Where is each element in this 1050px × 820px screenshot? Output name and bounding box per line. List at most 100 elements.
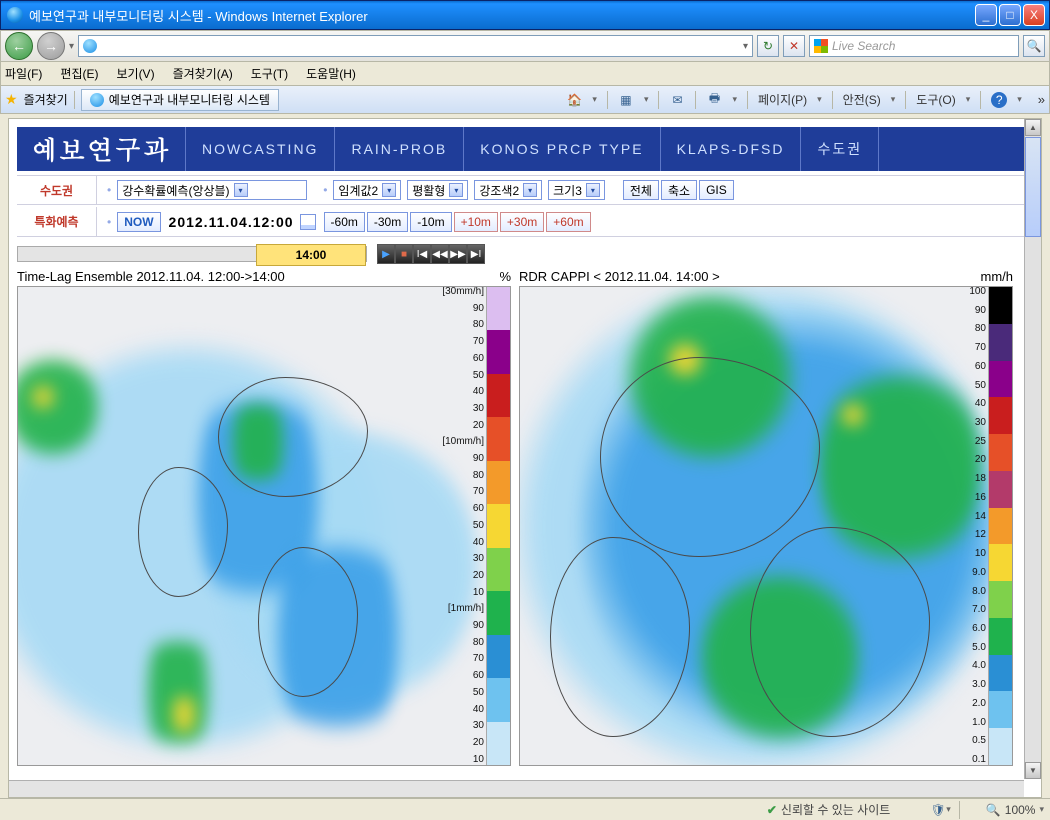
btn-gis[interactable]: GIS	[699, 180, 734, 200]
forward-button[interactable]: →	[37, 32, 65, 60]
first-frame-button[interactable]: I◀	[413, 244, 431, 264]
back-button[interactable]: ←	[5, 32, 33, 60]
chart-radar-map[interactable]: 10090807060504030252018161412109.08.07.0…	[519, 286, 1013, 766]
menu-tools[interactable]: 도구(T)	[251, 65, 288, 82]
favorites-star-icon[interactable]: ★	[5, 91, 18, 108]
window-titlebar: 예보연구과 내부모니터링 시스템 - Windows Internet Expl…	[0, 0, 1050, 30]
chart-radar-colorbar	[988, 287, 1012, 765]
btn-now[interactable]: NOW	[117, 212, 160, 232]
nav-nowcasting[interactable]: NOWCASTING	[186, 127, 335, 171]
search-placeholder: Live Search	[832, 39, 895, 53]
refresh-button[interactable]: ↻	[757, 35, 779, 57]
status-bar: ✔ 신뢰할 수 있는 사이트 🛡 ▾ 🔍 100% ▾	[0, 798, 1050, 820]
select-threshold[interactable]: 임계값2▾	[333, 180, 401, 200]
chart-container: Time-Lag Ensemble 2012.11.04. 12:00->14:…	[17, 267, 1033, 766]
nav-seoul[interactable]: 수도권	[801, 127, 879, 171]
site-header: 예보연구과 NOWCASTING RAIN-PROB KONOS PRCP TY…	[17, 127, 1033, 171]
tab-icon	[90, 93, 104, 107]
nav-toolbar: ← → ▾ ▾ ↻ ✕ Live Search 🔍	[0, 30, 1050, 62]
step-p10[interactable]: +10m	[454, 212, 498, 232]
side-label-2: 특화예측	[17, 207, 97, 236]
help-icon[interactable]: ?	[991, 92, 1007, 108]
address-bar[interactable]: ▾	[78, 35, 753, 57]
zoom-level: 100%	[1005, 803, 1036, 817]
chart-ensemble-legend: [30mm/h]9080706050403020[10mm/h]90807060…	[440, 287, 484, 765]
chart-radar-legend: 10090807060504030252018161412109.08.07.0…	[942, 287, 986, 765]
address-dropdown-icon[interactable]: ▾	[743, 41, 748, 52]
btn-full[interactable]: 전체	[623, 180, 659, 200]
last-frame-button[interactable]: ▶I	[467, 244, 485, 264]
chart-radar-unit: mm/h	[981, 269, 1014, 284]
step-p60[interactable]: +60m	[546, 212, 590, 232]
menu-help[interactable]: 도움말(H)	[306, 65, 356, 82]
tool-safety[interactable]: 안전(S)	[843, 91, 881, 108]
chart-ensemble-title: Time-Lag Ensemble 2012.11.04. 12:00->14:…	[17, 269, 285, 284]
nav-rainprob[interactable]: RAIN-PROB	[335, 127, 464, 171]
timeline: 14:00 ▶ ■ I◀ ◀◀ ▶▶ ▶I	[17, 243, 1033, 265]
playback-controls: ▶ ■ I◀ ◀◀ ▶▶ ▶I	[377, 244, 485, 264]
protected-mode-icon[interactable]: 🛡	[930, 802, 946, 818]
menu-fav[interactable]: 즐겨찾기(A)	[173, 65, 233, 82]
scroll-down-icon[interactable]: ▼	[1025, 762, 1041, 779]
control-row-2: 특화예측 • NOW 2012.11.04.12:00 -60m -30m -1…	[17, 207, 1033, 237]
next-frame-button[interactable]: ▶▶	[449, 244, 467, 264]
page-scrollbar-vertical[interactable]: ▲ ▼	[1024, 119, 1041, 779]
step-m60[interactable]: -60m	[324, 212, 365, 232]
stop-play-button[interactable]: ■	[395, 244, 413, 264]
select-smooth[interactable]: 평활형▾	[407, 180, 468, 200]
menu-edit[interactable]: 편집(E)	[60, 65, 98, 82]
close-button[interactable]: X	[1023, 4, 1045, 26]
timeline-track[interactable]: 14:00	[17, 246, 367, 262]
menu-bar: 파일(F) 편집(E) 보기(V) 즐겨찾기(A) 도구(T) 도움말(H)	[0, 62, 1050, 86]
prev-frame-button[interactable]: ◀◀	[431, 244, 449, 264]
minimize-button[interactable]: _	[975, 4, 997, 26]
scroll-thumb[interactable]	[1025, 137, 1041, 237]
ie-icon	[7, 7, 23, 23]
chart-ensemble-unit: %	[499, 269, 511, 284]
search-go-button[interactable]: 🔍	[1023, 35, 1045, 57]
step-m30[interactable]: -30m	[367, 212, 408, 232]
page-icon	[83, 39, 97, 53]
home-icon[interactable]: 🏠	[566, 92, 582, 108]
live-search-icon	[814, 39, 828, 53]
mail-icon[interactable]: ✉	[669, 92, 685, 108]
play-button[interactable]: ▶	[377, 244, 395, 264]
menu-file[interactable]: 파일(F)	[5, 65, 42, 82]
search-input[interactable]: Live Search	[809, 35, 1019, 57]
btn-small[interactable]: 축소	[661, 180, 697, 200]
chevron-right-icon[interactable]: »	[1038, 92, 1045, 107]
side-label-1: 수도권	[17, 176, 97, 204]
checkmark-icon: ✔	[767, 803, 777, 817]
calendar-icon[interactable]	[300, 214, 316, 230]
stop-button[interactable]: ✕	[783, 35, 805, 57]
nav-konos[interactable]: KONOS PRCP TYPE	[464, 127, 660, 171]
chart-ensemble: Time-Lag Ensemble 2012.11.04. 12:00->14:…	[17, 267, 511, 766]
page-scrollbar-horizontal[interactable]	[9, 780, 1024, 797]
print-icon[interactable]: 🖶	[706, 92, 722, 108]
zoom-control[interactable]: 🔍 100% ▾	[986, 803, 1044, 817]
feeds-icon[interactable]: ▦	[618, 92, 634, 108]
select-color[interactable]: 강조색2▾	[474, 180, 542, 200]
nav-klaps[interactable]: KLAPS-DFSD	[661, 127, 802, 171]
brand: 예보연구과	[17, 127, 186, 171]
chart-ensemble-map[interactable]: [30mm/h]9080706050403020[10mm/h]90807060…	[17, 286, 511, 766]
tab-bar: ★ 즐겨찾기 예보연구과 내부모니터링 시스템 🏠▾ ▦▾ ✉ 🖶▾ 페이지(P…	[0, 86, 1050, 114]
control-row-1: 수도권 • 강수확률예측(앙상블)▾ • 임계값2▾ 평활형▾ 강조색2▾ 크기…	[17, 175, 1033, 205]
step-p30[interactable]: +30m	[500, 212, 544, 232]
maximize-button[interactable]: □	[999, 4, 1021, 26]
tool-tools[interactable]: 도구(O)	[916, 91, 955, 108]
timeline-cursor[interactable]: 14:00	[256, 244, 366, 266]
chart-ensemble-colorbar	[486, 287, 510, 765]
window-title: 예보연구과 내부모니터링 시스템 - Windows Internet Expl…	[29, 6, 368, 25]
step-m10[interactable]: -10m	[410, 212, 451, 232]
menu-view[interactable]: 보기(V)	[116, 65, 154, 82]
select-product[interactable]: 강수확률예측(앙상블)▾	[117, 180, 307, 200]
tab-label: 예보연구과 내부모니터링 시스템	[109, 91, 270, 108]
tab-current[interactable]: 예보연구과 내부모니터링 시스템	[81, 89, 279, 111]
trusted-site-indicator: ✔ 신뢰할 수 있는 사이트	[767, 801, 890, 818]
chart-radar-title: RDR CAPPI < 2012.11.04. 14:00 >	[519, 269, 720, 284]
tool-page[interactable]: 페이지(P)	[758, 91, 807, 108]
favorites-label[interactable]: 즐겨찾기	[24, 91, 68, 108]
select-size[interactable]: 크기3▾	[548, 180, 605, 200]
scroll-up-icon[interactable]: ▲	[1025, 119, 1041, 136]
